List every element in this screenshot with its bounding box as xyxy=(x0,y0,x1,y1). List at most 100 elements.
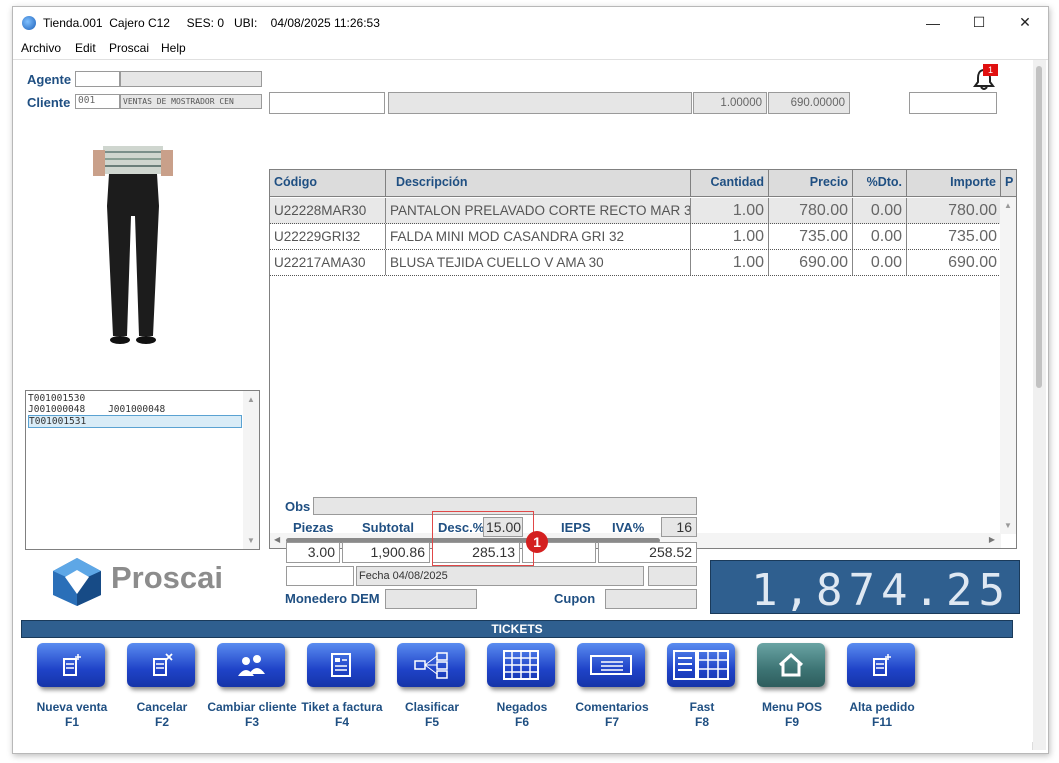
list-item[interactable]: T001001530 xyxy=(28,393,85,404)
monedero-label: Monedero DEM xyxy=(285,591,380,606)
main-vertical-scrollbar[interactable] xyxy=(1032,60,1046,750)
table-row[interactable]: U22229GRI32 FALDA MINI MOD CASANDRA GRI … xyxy=(270,224,1001,250)
cantidad-entry-field[interactable]: 1.00000 xyxy=(693,92,767,114)
col-cantidad[interactable]: Cantidad xyxy=(691,170,769,197)
product-image xyxy=(73,146,193,346)
precio-entry-field[interactable]: 690.00000 xyxy=(768,92,850,114)
col-precio[interactable]: Precio xyxy=(769,170,853,197)
agente-label: Agente xyxy=(27,72,72,87)
grid-vertical-scrollbar[interactable]: ▲ ▼ xyxy=(1000,197,1016,534)
fecha-code-field[interactable] xyxy=(286,566,354,586)
cancelar-button[interactable]: Cancelar F2 xyxy=(117,643,207,743)
descripcion-entry-field xyxy=(388,92,692,114)
subtotal-field: 1,900.86 xyxy=(342,542,430,563)
app-window: Tienda.001 Cajero C12 SES: 0 UBI: 04/08/… xyxy=(12,6,1049,754)
table-row[interactable]: U22217AMA30 BLUSA TEJIDA CUELLO V AMA 30… xyxy=(270,250,1001,276)
negados-key: F6 xyxy=(514,715,529,729)
obs-label: Obs xyxy=(285,499,311,514)
scroll-down-arrow-icon[interactable]: ▼ xyxy=(1004,521,1012,530)
total-display: 1,874.25 xyxy=(710,560,1020,616)
callout-highlight-box xyxy=(432,511,534,566)
fast-icon xyxy=(667,643,735,687)
fecha-field: Fecha 04/08/2025 xyxy=(356,566,644,586)
cell-dto: 0.00 xyxy=(853,198,907,223)
codigo-entry-input[interactable] xyxy=(269,92,385,114)
cell-descripcion: PANTALON PRELAVADO CORTE RECTO MAR 30 xyxy=(386,198,691,223)
clasificar-label: Clasificar xyxy=(404,700,460,714)
proscai-logo-icon xyxy=(53,558,101,606)
col-p[interactable]: P xyxy=(1001,170,1017,197)
home-icon xyxy=(757,643,825,687)
alta-pedido-button[interactable]: Alta pedido F11 xyxy=(837,643,927,743)
extra-entry-field[interactable] xyxy=(909,92,997,114)
menu-help[interactable]: Help xyxy=(161,41,186,55)
grid-header: Código Descripción Cantidad Precio %Dto.… xyxy=(270,170,1016,197)
alta-pedido-key: F11 xyxy=(871,715,892,729)
new-sale-icon xyxy=(37,643,105,687)
items-grid[interactable]: Código Descripción Cantidad Precio %Dto.… xyxy=(269,169,1017,549)
close-button[interactable]: ✕ xyxy=(1002,7,1048,38)
minimize-button[interactable]: — xyxy=(910,7,956,38)
iva-pct-field[interactable]: 16 xyxy=(661,517,697,537)
menu-edit[interactable]: Edit xyxy=(75,41,96,55)
fecha-extra-field xyxy=(648,566,697,586)
tiket-a-factura-key: F4 xyxy=(334,715,349,729)
comentarios-key: F7 xyxy=(604,715,619,729)
menu-pos-button[interactable]: Menu POS F9 xyxy=(747,643,837,743)
change-client-icon xyxy=(217,643,285,687)
cliente-code-field[interactable]: 001 xyxy=(75,94,120,109)
ticket-list[interactable]: T001001530 J001000048 J001000048 T001001… xyxy=(25,390,260,550)
col-codigo[interactable]: Código xyxy=(270,170,386,197)
maximize-button[interactable]: ☐ xyxy=(956,7,1002,38)
globe-icon xyxy=(22,16,36,30)
menu-archivo[interactable]: Archivo xyxy=(21,41,61,55)
cell-precio: 690.00 xyxy=(769,250,853,275)
negados-button[interactable]: Negados F6 xyxy=(477,643,567,743)
clasificar-key: F5 xyxy=(424,715,439,729)
col-dto[interactable]: %Dto. xyxy=(853,170,907,197)
scroll-thumb[interactable] xyxy=(1036,66,1042,388)
notification-bell[interactable]: 1 xyxy=(971,64,998,92)
scroll-up-arrow-icon[interactable]: ▲ xyxy=(247,395,255,404)
cell-cantidad: 1.00 xyxy=(691,198,769,223)
table-row[interactable]: U22228MAR30 PANTALON PRELAVADO CORTE REC… xyxy=(270,198,1001,224)
window-title: Tienda.001 Cajero C12 SES: 0 UBI: 04/08/… xyxy=(43,16,380,30)
fast-button[interactable]: Fast F8 xyxy=(657,643,747,743)
tiket-a-factura-label: Tiket a factura xyxy=(301,700,383,714)
cambiar-cliente-button[interactable]: Cambiar cliente F3 xyxy=(207,643,297,743)
menu-pos-key: F9 xyxy=(784,715,799,729)
col-importe[interactable]: Importe xyxy=(907,170,1001,197)
product-photo-icon xyxy=(93,146,173,344)
iva-amount-field: 258.52 xyxy=(598,542,697,563)
menu-proscai[interactable]: Proscai xyxy=(109,41,149,55)
tiket-a-factura-button[interactable]: Tiket a factura F4 xyxy=(297,643,387,743)
list-item[interactable]: J001000048 J001000048 xyxy=(28,404,165,415)
scroll-right-arrow-icon[interactable]: ▶ xyxy=(989,535,995,544)
cupon-field[interactable] xyxy=(605,589,697,609)
cell-cantidad: 1.00 xyxy=(691,224,769,249)
scroll-down-arrow-icon[interactable]: ▼ xyxy=(247,536,255,545)
cancelar-key: F2 xyxy=(154,715,169,729)
ieps-label: IEPS xyxy=(561,520,591,535)
scroll-left-arrow-icon[interactable]: ◀ xyxy=(274,535,280,544)
list-item-selected[interactable]: T001001531 xyxy=(28,415,242,428)
col-descripcion[interactable]: Descripción xyxy=(386,170,691,197)
classify-icon xyxy=(397,643,465,687)
list-scrollbar[interactable]: ▲ ▼ xyxy=(243,391,259,549)
notification-count-badge: 1 xyxy=(983,64,998,76)
subtotal-label: Subtotal xyxy=(362,520,414,535)
clasificar-button[interactable]: Clasificar F5 xyxy=(387,643,477,743)
cell-importe: 780.00 xyxy=(948,202,997,219)
denied-icon xyxy=(487,643,555,687)
tickets-section-header: TICKETS xyxy=(21,620,1013,638)
nueva-venta-button[interactable]: Nueva venta F1 xyxy=(27,643,117,743)
piezas-label: Piezas xyxy=(293,520,334,535)
agente-code-field[interactable] xyxy=(75,71,120,87)
cell-codigo: U22229GRI32 xyxy=(270,224,386,249)
comentarios-button[interactable]: Comentarios F7 xyxy=(567,643,657,743)
piezas-field: 3.00 xyxy=(286,542,340,563)
cell-precio: 735.00 xyxy=(769,224,853,249)
cancelar-label: Cancelar xyxy=(136,700,188,714)
monedero-field[interactable] xyxy=(385,589,477,609)
scroll-up-arrow-icon[interactable]: ▲ xyxy=(1004,201,1012,210)
